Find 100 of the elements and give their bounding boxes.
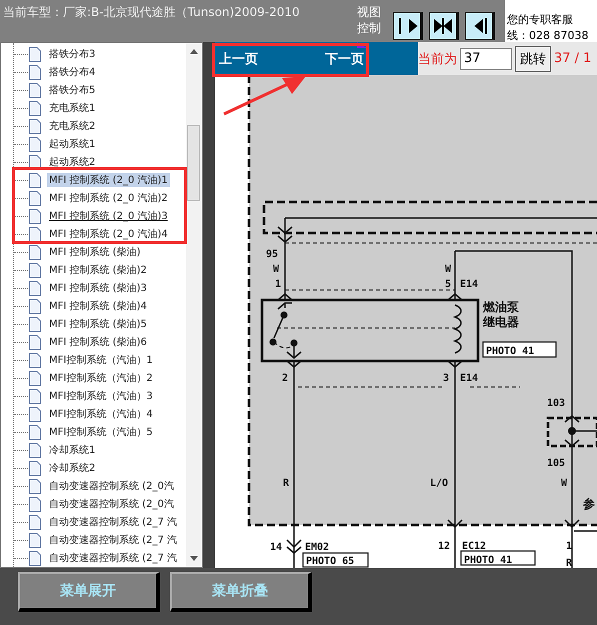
diagram-label: W	[273, 264, 280, 275]
scrollbar[interactable]	[186, 43, 202, 567]
document-icon	[28, 334, 41, 350]
document-icon	[28, 316, 41, 332]
arrow-icon	[432, 16, 454, 36]
view-control-label: 视图控制	[357, 5, 381, 35]
document-icon	[28, 190, 41, 206]
diagram-label: 103	[547, 398, 566, 409]
tree-item[interactable]: 起动系统2	[47, 155, 98, 169]
tree-item[interactable]: MFI控制系统（汽油）3	[47, 389, 155, 403]
document-icon	[28, 244, 41, 260]
page-title: 当前车型：厂家:B-北京现代途胜（Tunson)2009-2010	[2, 4, 301, 21]
document-icon	[28, 298, 41, 314]
diagram-label: 95	[266, 249, 278, 260]
diagram-label: R	[566, 558, 572, 568]
document-icon	[28, 100, 41, 116]
tree-item[interactable]: 搭铁分布4	[47, 65, 98, 79]
document-icon	[28, 370, 41, 386]
diagram-label: 继电器	[483, 315, 519, 329]
tree-item[interactable]: MFI控制系统（汽油）1	[47, 353, 155, 367]
tree-item[interactable]: 自动变速器控制系统 (2_7 汽	[47, 515, 179, 529]
document-icon	[28, 460, 41, 476]
tree-item[interactable]: MFI 控制系统 (柴油)	[47, 245, 142, 259]
tree-item[interactable]: MFI 控制系统 (柴油)2	[47, 263, 149, 277]
tree-item[interactable]: 搭铁分布3	[47, 47, 98, 61]
document-icon	[28, 118, 41, 134]
document-icon	[28, 82, 41, 98]
tree-item[interactable]: 搭铁分布5	[47, 83, 98, 97]
tree-item[interactable]: MFI 控制系统 (柴油)5	[47, 317, 149, 331]
diagram-label: 3	[443, 373, 450, 384]
tree-item[interactable]: 自动变速器控制系统 (2_0汽	[47, 497, 176, 511]
scroll-up-icon[interactable]	[190, 49, 198, 54]
document-icon	[28, 64, 41, 80]
view-button[interactable]	[393, 12, 423, 40]
diagram-label: PHOTO 41	[486, 346, 534, 357]
view-button[interactable]	[429, 12, 459, 40]
tree-item[interactable]: MFI 控制系统 (2_0 汽油)3	[47, 209, 170, 223]
document-icon	[28, 406, 41, 422]
page-input[interactable]: 37	[460, 48, 512, 70]
document-icon	[28, 352, 41, 368]
tree-item[interactable]: MFI 控制系统 (柴油)4	[47, 299, 149, 313]
diagram-label: E14	[460, 279, 478, 290]
diagram-label: W	[445, 264, 452, 275]
document-icon	[28, 388, 41, 404]
diagram-label: 2	[282, 373, 288, 384]
document-icon	[28, 226, 41, 242]
tree-item[interactable]: MFI 控制系统 (2_0 汽油)1	[47, 173, 170, 187]
tree-item[interactable]: MFI 控制系统 (2_0 汽油)4	[47, 227, 170, 241]
diagram-label: EC12	[462, 541, 486, 552]
document-icon	[28, 532, 41, 548]
tree-item[interactable]: 自动变速器控制系统 (2_7 汽	[47, 551, 179, 565]
next-page-link[interactable]: 下一页	[325, 50, 364, 68]
tree-item[interactable]: MFI控制系统（汽油）4	[47, 407, 155, 421]
diagram-label: 参	[583, 497, 595, 511]
document-icon	[28, 442, 41, 458]
document-icon	[28, 172, 41, 188]
document-icon	[28, 514, 41, 530]
diagram-label: W	[561, 478, 568, 489]
service-text: 线：028 87038	[507, 28, 590, 42]
page-count: 37 / 1	[554, 51, 592, 66]
document-icon	[28, 424, 41, 440]
diagram-label: 燃油泵	[483, 300, 519, 314]
diagram-label: 12	[438, 541, 450, 552]
diagram-label: 5	[445, 279, 452, 290]
tree-item[interactable]: MFI控制系统（汽油）2	[47, 371, 155, 385]
view-button[interactable]	[465, 12, 495, 40]
prev-page-link[interactable]: 上一页	[219, 50, 258, 68]
diagram-label: 1	[275, 279, 282, 290]
diagram-label: PHOTO 41	[464, 555, 512, 566]
tree-item[interactable]: MFI 控制系统 (柴油)3	[47, 281, 149, 295]
diagram-label: PHOTO 65	[306, 556, 354, 567]
diagram-label: L/O	[430, 478, 448, 489]
document-icon	[28, 262, 41, 278]
tree-item[interactable]: MFI 控制系统 (柴油)6	[47, 335, 149, 349]
tree-item[interactable]: 冷却系统1	[47, 443, 98, 457]
scroll-down-icon[interactable]	[190, 556, 198, 561]
service-text: 您的专职客服	[507, 12, 574, 28]
document-icon	[28, 550, 41, 566]
tree-item[interactable]: 冷却系统2	[47, 461, 98, 475]
document-icon	[28, 208, 41, 224]
document-icon	[28, 496, 41, 512]
diagram-label: 105	[547, 458, 566, 469]
arrow-icon	[396, 16, 418, 36]
diagram-label: 14	[270, 542, 282, 553]
current-page-label: 当前为	[418, 50, 457, 68]
jump-button[interactable]: 跳转	[515, 46, 551, 72]
tree-item[interactable]: 充电系统2	[47, 119, 98, 133]
scroll-thumb[interactable]	[187, 125, 200, 201]
diagram-label: 1	[566, 541, 572, 552]
tree-item[interactable]: 自动变速器控制系统 (2_0汽	[47, 479, 176, 493]
tree-item[interactable]: MFI控制系统（汽油）5	[47, 425, 155, 439]
tree-item[interactable]: MFI 控制系统 (2_0 汽油)2	[47, 191, 170, 205]
document-icon	[28, 46, 41, 62]
document-icon	[28, 136, 41, 152]
diagram-label: R	[283, 478, 290, 489]
tree-item[interactable]: 起动系统1	[47, 137, 98, 151]
tree-item[interactable]: 充电系统1	[47, 101, 98, 115]
document-icon	[28, 280, 41, 296]
diagram-label: E14	[460, 373, 478, 384]
tree-item[interactable]: 自动变速器控制系统 (2_7 汽	[47, 533, 179, 547]
